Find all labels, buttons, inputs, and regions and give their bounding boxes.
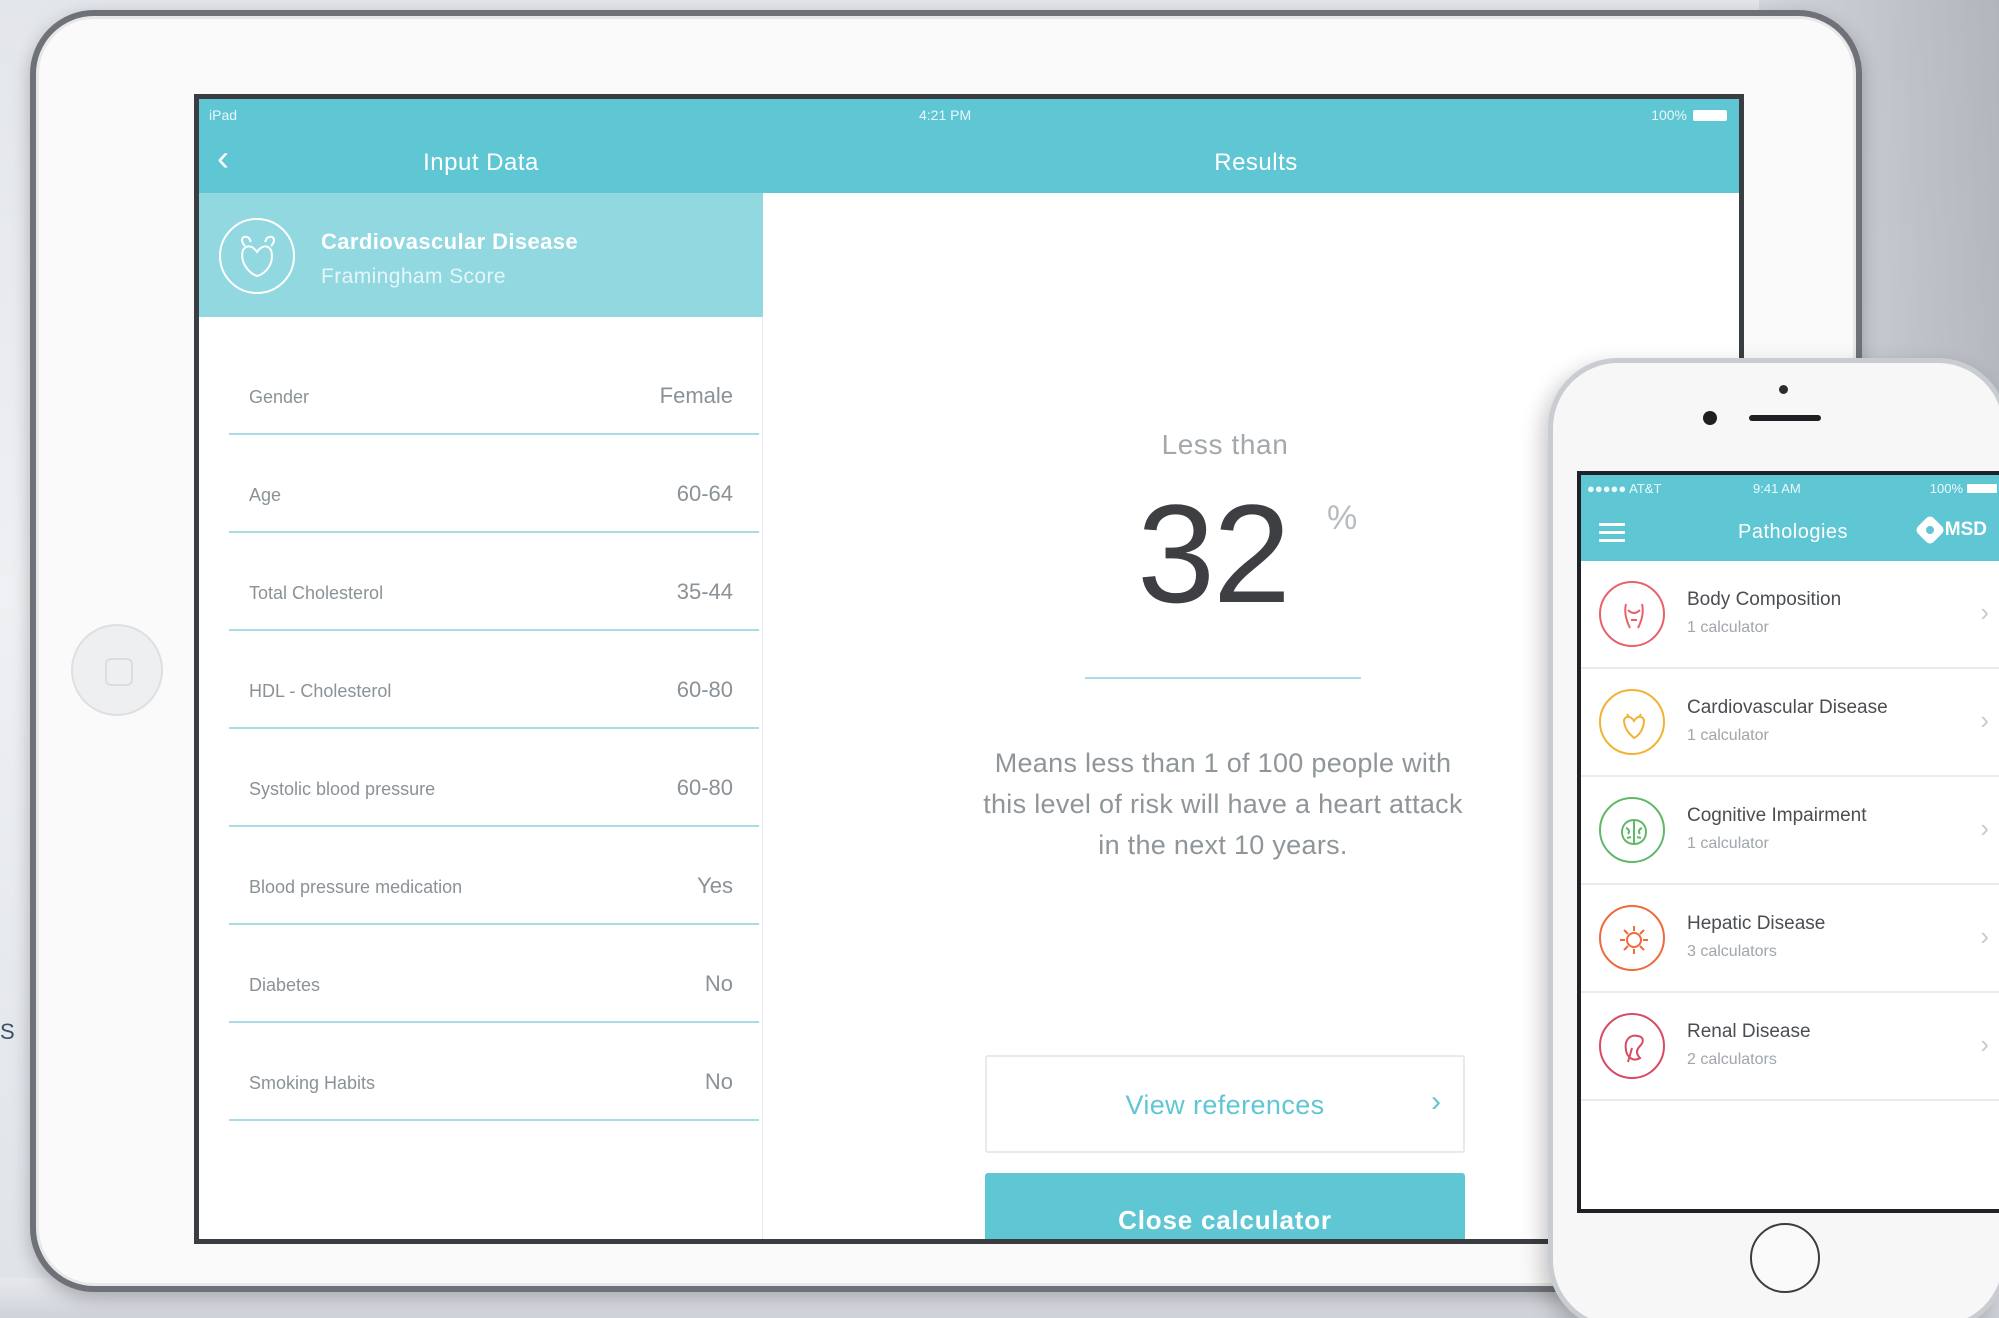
disease-name: Cardiovascular Disease <box>321 229 579 254</box>
iphone-device: ●●●●● AT&T 9:41 AM 100% Pathologies MSD … <box>1548 358 1999 1318</box>
input-field-row[interactable]: Blood pressure medication Yes <box>229 827 759 925</box>
result-value: 32 <box>1137 475 1291 632</box>
ipad-home-button[interactable] <box>71 624 163 716</box>
field-value: 60-64 <box>676 481 733 506</box>
pathology-item[interactable]: Body Composition 1 calculator › <box>1581 561 1999 669</box>
battery-percent: 100% <box>1929 481 1963 496</box>
brain-icon <box>1599 797 1665 863</box>
msd-logo-mark <box>1914 514 1946 546</box>
result-unit: % <box>1327 499 1358 537</box>
camera-icon <box>1779 385 1788 394</box>
pathology-count: 2 calculators <box>1687 1051 1777 1068</box>
input-data-pane: ‹ Input Data Cardiovascular Disease Fram… <box>199 99 763 1239</box>
heart-icon <box>219 218 295 294</box>
pathology-name: Hepatic Disease <box>1687 913 1826 934</box>
battery-icon <box>1693 109 1727 121</box>
pathology-item[interactable]: Cardiovascular Disease 1 calculator › <box>1581 669 1999 777</box>
msd-logo: MSD <box>1914 514 1987 546</box>
chevron-right-icon: › <box>1980 1029 1989 1059</box>
field-value: Female <box>659 383 733 408</box>
brand-name: MSD <box>1944 519 1987 540</box>
input-field-row[interactable]: Total Cholesterol 35-44 <box>229 533 759 631</box>
pathology-name: Renal Disease <box>1687 1021 1811 1042</box>
chevron-right-icon: › <box>1431 1085 1441 1118</box>
body-icon <box>1599 581 1665 647</box>
battery-percent: 100% <box>1651 107 1687 123</box>
earpiece-speaker <box>1749 415 1821 421</box>
field-label: Gender <box>249 387 310 407</box>
pathologies-header: Pathologies MSD <box>1581 503 1999 561</box>
status-time: 9:41 AM <box>1753 481 1801 496</box>
field-value: 35-44 <box>676 579 733 604</box>
disease-score: Framingham Score <box>321 265 506 288</box>
close-calculator-label: Close calculator <box>1118 1205 1332 1235</box>
field-value: No <box>704 971 733 996</box>
view-references-label: View references <box>1125 1090 1325 1120</box>
pathology-item[interactable]: Cognitive Impairment 1 calculator › <box>1581 777 1999 885</box>
pathology-item[interactable]: Renal Disease 2 calculators › <box>1581 993 1999 1101</box>
disease-card: Cardiovascular Disease Framingham Score <box>199 193 763 317</box>
input-data-title: Input Data <box>423 149 539 176</box>
field-value: Yes <box>697 873 733 898</box>
heart-icon <box>1599 689 1665 755</box>
pathology-count: 1 calculator <box>1687 619 1769 636</box>
results-title: Results <box>1214 149 1298 176</box>
close-calculator-button[interactable]: Close calculator <box>985 1173 1465 1239</box>
carrier-label: ●●●●● AT&T <box>1587 481 1662 496</box>
view-references-button[interactable]: View references › <box>985 1055 1465 1153</box>
stray-glyph: S <box>0 1019 15 1044</box>
input-field-row[interactable]: Diabetes No <box>229 925 759 1023</box>
input-field-row[interactable]: Smoking Habits No <box>229 1023 759 1121</box>
field-value: No <box>704 1069 733 1094</box>
ipad-status-bar: iPad 4:21 PM 100% <box>199 99 1739 129</box>
iphone-status-bar: ●●●●● AT&T 9:41 AM 100% <box>1581 475 1999 503</box>
pathology-count: 1 calculator <box>1687 835 1769 852</box>
field-label: Age <box>249 485 282 505</box>
field-value: 60-80 <box>676 677 733 702</box>
front-sensor <box>1703 411 1717 425</box>
field-label: Diabetes <box>249 975 321 995</box>
pathology-name: Cardiovascular Disease <box>1687 697 1888 718</box>
chevron-right-icon: › <box>1980 813 1989 843</box>
kidney-icon <box>1599 1013 1665 1079</box>
input-field-row[interactable]: Systolic blood pressure 60-80 <box>229 729 759 827</box>
status-time: 4:21 PM <box>919 107 972 123</box>
chevron-right-icon: › <box>1980 597 1989 627</box>
pathologies-list: Body Composition 1 calculator › Cardiova… <box>1581 561 1999 1101</box>
chevron-right-icon: › <box>1980 705 1989 735</box>
input-field-row[interactable]: Gender Female <box>229 337 759 435</box>
field-label: Systolic blood pressure <box>249 779 436 799</box>
ipad-screen: ‹ Input Data Cardiovascular Disease Fram… <box>194 94 1744 1244</box>
input-field-list: Gender Female Age 60-64 Total Cholestero… <box>229 337 759 1121</box>
field-label: HDL - Cholesterol <box>249 681 392 701</box>
battery-icon <box>1967 484 1997 493</box>
liver-icon <box>1599 905 1665 971</box>
result-description: Means less than 1 of 100 people with thi… <box>983 748 1463 860</box>
battery-indicator: 100% <box>1651 107 1727 123</box>
input-field-row[interactable]: Age 60-64 <box>229 435 759 533</box>
pathology-name: Body Composition <box>1687 589 1842 610</box>
battery-indicator: 100% <box>1930 481 1997 496</box>
iphone-screen: ●●●●● AT&T 9:41 AM 100% Pathologies MSD … <box>1577 471 1999 1213</box>
pathology-item[interactable]: Hepatic Disease 3 calculators › <box>1581 885 1999 993</box>
chevron-right-icon: › <box>1980 921 1989 951</box>
pathology-count: 1 calculator <box>1687 727 1769 744</box>
field-label: Blood pressure medication <box>249 877 463 897</box>
iphone-home-button[interactable] <box>1750 1223 1820 1293</box>
field-value: 60-80 <box>676 775 733 800</box>
input-field-row[interactable]: HDL - Cholesterol 60-80 <box>229 631 759 729</box>
pathology-count: 3 calculators <box>1687 943 1777 960</box>
result-divider <box>1085 677 1361 679</box>
carrier-label: iPad <box>209 107 238 123</box>
field-label: Smoking Habits <box>249 1073 376 1093</box>
pathology-name: Cognitive Impairment <box>1687 805 1867 826</box>
field-label: Total Cholesterol <box>249 583 384 603</box>
